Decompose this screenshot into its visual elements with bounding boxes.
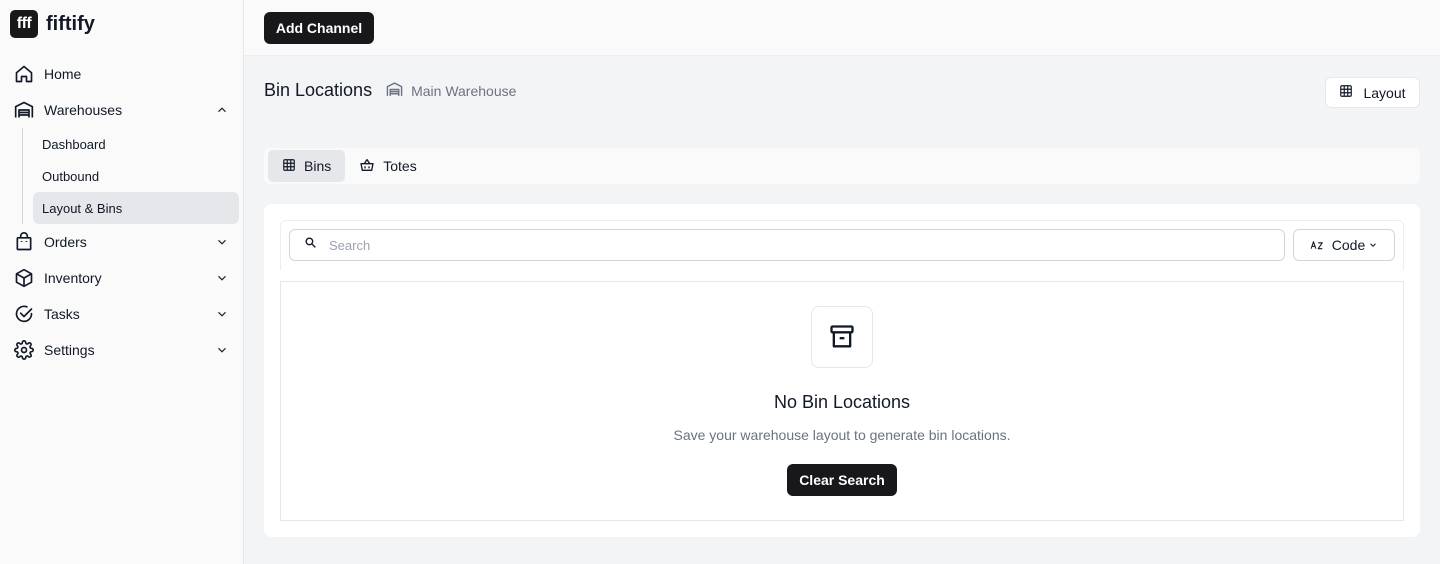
page-header: Bin Locations Main Warehouse: [264, 80, 516, 101]
home-icon: [14, 64, 34, 84]
tab-label: Totes: [383, 158, 417, 174]
sidebar-item-label: Home: [44, 66, 82, 82]
warehouse-icon: [14, 100, 34, 120]
check-circle-icon: [14, 304, 34, 324]
sidebar-item-label: Settings: [44, 342, 95, 358]
sidebar-item-home[interactable]: Home: [0, 56, 243, 92]
sidebar-item-label: Warehouses: [44, 102, 123, 118]
sidebar-item-tasks[interactable]: Tasks: [0, 296, 243, 332]
sidebar-subitem-layout-bins[interactable]: Layout & Bins: [33, 192, 239, 224]
sidebar-item-settings[interactable]: Settings: [0, 332, 243, 368]
layout-button[interactable]: Layout: [1325, 77, 1420, 108]
clear-search-button[interactable]: Clear Search: [787, 464, 897, 496]
chevron-down-icon: [218, 239, 226, 245]
sort-button[interactable]: Code: [1293, 229, 1395, 261]
search-input[interactable]: [329, 237, 1269, 253]
tab-bins[interactable]: Bins: [268, 150, 346, 182]
layout-button-label: Layout: [1363, 84, 1406, 101]
sidebar: fff fiftify Home Warehouses Dashboard Ou…: [0, 0, 244, 564]
sidebar-item-inventory[interactable]: Inventory: [0, 260, 243, 296]
sidebar-item-orders[interactable]: Orders: [0, 224, 243, 260]
tab-label: Bins: [304, 158, 332, 174]
tab-totes[interactable]: Totes: [345, 150, 430, 182]
grid-icon: [1339, 84, 1353, 101]
warehouse-breadcrumb[interactable]: Main Warehouse: [386, 81, 516, 101]
sidebar-subitem-dashboard[interactable]: Dashboard: [33, 128, 239, 160]
search-icon: [304, 236, 317, 254]
warehouse-name: Main Warehouse: [411, 82, 517, 99]
warehouses-subnav: Dashboard Outbound Layout & Bins: [22, 128, 243, 224]
empty-state-title: No Bin Locations: [773, 392, 911, 412]
chevron-down-icon: [218, 275, 226, 281]
chevron-down-icon: [218, 311, 226, 317]
page-title: Bin Locations: [264, 80, 373, 100]
basket-icon: [359, 157, 375, 176]
sidebar-item-label: Orders: [44, 234, 87, 250]
main-content: Add Channel Bin Locations Main Warehouse…: [244, 0, 1440, 564]
topbar: Add Channel: [244, 0, 1440, 56]
brand-name: fiftify: [46, 12, 95, 35]
empty-state-description: Save your warehouse layout to generate b…: [673, 427, 1011, 443]
box-icon: [14, 268, 34, 288]
add-channel-button[interactable]: Add Channel: [264, 12, 374, 44]
sort-az-icon: [1310, 237, 1324, 254]
chevron-down-icon: [218, 347, 226, 353]
grid-icon: [282, 158, 296, 175]
warehouse-icon: [386, 81, 403, 101]
bin-list-panel: Code No Bin Locations Save your warehous…: [264, 204, 1420, 537]
shopping-bag-icon: [14, 232, 34, 252]
chevron-down-icon: [1368, 237, 1378, 253]
brand[interactable]: fff fiftify: [10, 10, 95, 38]
search-box[interactable]: [289, 229, 1285, 261]
sidebar-item-label: Inventory: [44, 270, 102, 286]
tabs: Bins Totes: [264, 148, 1420, 184]
sidebar-item-label: Tasks: [44, 306, 80, 322]
sidebar-subitem-outbound[interactable]: Outbound: [33, 160, 239, 192]
sidebar-nav: Home Warehouses Dashboard Outbound Layou…: [0, 56, 243, 368]
empty-state: No Bin Locations Save your warehouse lay…: [280, 281, 1404, 521]
sidebar-item-warehouses[interactable]: Warehouses: [0, 92, 243, 128]
archive-icon: [811, 306, 873, 368]
search-row: Code: [280, 220, 1404, 270]
gear-icon: [14, 340, 34, 360]
chevron-up-icon: [218, 107, 226, 113]
sort-button-label: Code: [1331, 237, 1366, 253]
app: fff fiftify Home Warehouses Dashboard Ou…: [0, 0, 1440, 564]
brand-logo: fff: [10, 10, 38, 38]
